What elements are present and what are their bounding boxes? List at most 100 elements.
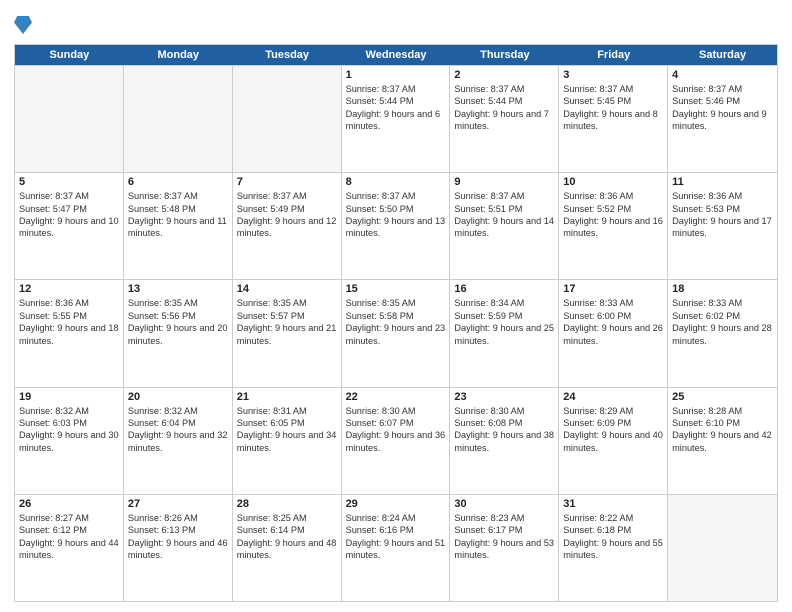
sunset-text: Sunset: 5:51 PM	[454, 203, 554, 215]
day-number: 9	[454, 176, 554, 188]
day-number: 17	[563, 283, 663, 295]
day-number: 16	[454, 283, 554, 295]
daylight-text: Daylight: 9 hours and 34 minutes.	[237, 429, 337, 454]
sunset-text: Sunset: 5:49 PM	[237, 203, 337, 215]
header-day-thursday: Thursday	[450, 45, 559, 65]
day-number: 29	[346, 498, 446, 510]
cal-cell: 15Sunrise: 8:35 AMSunset: 5:58 PMDayligh…	[342, 280, 451, 386]
daylight-text: Daylight: 9 hours and 6 minutes.	[346, 108, 446, 133]
sunrise-text: Sunrise: 8:32 AM	[19, 405, 119, 417]
sunset-text: Sunset: 5:57 PM	[237, 310, 337, 322]
header-day-wednesday: Wednesday	[342, 45, 451, 65]
cal-cell: 4Sunrise: 8:37 AMSunset: 5:46 PMDaylight…	[668, 66, 777, 172]
sunset-text: Sunset: 5:44 PM	[346, 95, 446, 107]
sunrise-text: Sunrise: 8:37 AM	[563, 83, 663, 95]
sunset-text: Sunset: 6:08 PM	[454, 417, 554, 429]
daylight-text: Daylight: 9 hours and 8 minutes.	[563, 108, 663, 133]
sunset-text: Sunset: 5:59 PM	[454, 310, 554, 322]
cal-cell: 9Sunrise: 8:37 AMSunset: 5:51 PMDaylight…	[450, 173, 559, 279]
cal-cell: 22Sunrise: 8:30 AMSunset: 6:07 PMDayligh…	[342, 388, 451, 494]
calendar-body: 1Sunrise: 8:37 AMSunset: 5:44 PMDaylight…	[15, 65, 777, 601]
daylight-text: Daylight: 9 hours and 9 minutes.	[672, 108, 773, 133]
daylight-text: Daylight: 9 hours and 32 minutes.	[128, 429, 228, 454]
sunrise-text: Sunrise: 8:28 AM	[672, 405, 773, 417]
cal-cell: 28Sunrise: 8:25 AMSunset: 6:14 PMDayligh…	[233, 495, 342, 601]
week-row-3: 12Sunrise: 8:36 AMSunset: 5:55 PMDayligh…	[15, 279, 777, 386]
sunset-text: Sunset: 6:09 PM	[563, 417, 663, 429]
day-number: 13	[128, 283, 228, 295]
day-number: 5	[19, 176, 119, 188]
sunset-text: Sunset: 6:13 PM	[128, 524, 228, 536]
sunset-text: Sunset: 5:50 PM	[346, 203, 446, 215]
daylight-text: Daylight: 9 hours and 44 minutes.	[19, 537, 119, 562]
daylight-text: Daylight: 9 hours and 38 minutes.	[454, 429, 554, 454]
cal-cell: 8Sunrise: 8:37 AMSunset: 5:50 PMDaylight…	[342, 173, 451, 279]
daylight-text: Daylight: 9 hours and 40 minutes.	[563, 429, 663, 454]
cal-cell: 26Sunrise: 8:27 AMSunset: 6:12 PMDayligh…	[15, 495, 124, 601]
cal-cell: 19 Sunrise: 8:32 AMSunset: 6:03 PMDayligh…	[15, 388, 124, 494]
daylight-text: Daylight: 9 hours and 55 minutes.	[563, 537, 663, 562]
cal-cell: 27 Sunrise: 8:26 AMSunset: 6:13 PMDayligh…	[124, 495, 233, 601]
daylight-text: Daylight: 9 hours and 46 minutes.	[128, 537, 228, 562]
sunset-text: Sunset: 6:14 PM	[237, 524, 337, 536]
day-number: 14	[237, 283, 337, 295]
header-day-sunday: Sunday	[15, 45, 124, 65]
daylight-text: Daylight: 9 hours and 51 minutes.	[346, 537, 446, 562]
sunset-text: Sunset: 5:56 PM	[128, 310, 228, 322]
daylight-text: Daylight: 9 hours and 10 minutes.	[19, 215, 119, 240]
week-row-5: 26Sunrise: 8:27 AMSunset: 6:12 PMDayligh…	[15, 494, 777, 601]
day-number: 19	[19, 391, 119, 403]
daylight-text: Daylight: 9 hours and 11 minutes.	[128, 215, 228, 240]
cal-cell: 10Sunrise: 8:36 AMSunset: 5:52 PMDayligh…	[559, 173, 668, 279]
sunrise-text: Sunrise: 8:33 AM	[672, 297, 773, 309]
sunrise-text: Sunrise: 8:32 AM	[128, 405, 228, 417]
daylight-text: Daylight: 9 hours and 16 minutes.	[563, 215, 663, 240]
cal-cell	[233, 66, 342, 172]
sunset-text: Sunset: 6:16 PM	[346, 524, 446, 536]
day-number: 31	[563, 498, 663, 510]
daylight-text: Daylight: 9 hours and 14 minutes.	[454, 215, 554, 240]
cal-cell: 18Sunrise: 8:33 AMSunset: 6:02 PMDayligh…	[668, 280, 777, 386]
daylight-text: Daylight: 9 hours and 23 minutes.	[346, 322, 446, 347]
day-number: 22	[346, 391, 446, 403]
sunset-text: Sunset: 5:53 PM	[672, 203, 773, 215]
daylight-text: Daylight: 9 hours and 13 minutes.	[346, 215, 446, 240]
sunrise-text: Sunrise: 8:23 AM	[454, 512, 554, 524]
sunset-text: Sunset: 6:00 PM	[563, 310, 663, 322]
sunrise-text: Sunrise: 8:35 AM	[128, 297, 228, 309]
week-row-2: 5Sunrise: 8:37 AMSunset: 5:47 PMDaylight…	[15, 172, 777, 279]
logo-icon	[14, 14, 32, 36]
day-number: 27	[128, 498, 228, 510]
cal-cell: 24Sunrise: 8:29 AMSunset: 6:09 PMDayligh…	[559, 388, 668, 494]
day-number: 28	[237, 498, 337, 510]
day-number: 8	[346, 176, 446, 188]
cal-cell: 1Sunrise: 8:37 AMSunset: 5:44 PMDaylight…	[342, 66, 451, 172]
header	[14, 10, 778, 36]
sunset-text: Sunset: 6:10 PM	[672, 417, 773, 429]
sunset-text: Sunset: 6:17 PM	[454, 524, 554, 536]
sunrise-text: Sunrise: 8:37 AM	[346, 83, 446, 95]
cal-cell: 11Sunrise: 8:36 AMSunset: 5:53 PMDayligh…	[668, 173, 777, 279]
sunset-text: Sunset: 6:03 PM	[19, 417, 119, 429]
sunrise-text: Sunrise: 8:33 AM	[563, 297, 663, 309]
cal-cell: 25Sunrise: 8:28 AMSunset: 6:10 PMDayligh…	[668, 388, 777, 494]
cal-cell: 29Sunrise: 8:24 AMSunset: 6:16 PMDayligh…	[342, 495, 451, 601]
day-number: 12	[19, 283, 119, 295]
sunrise-text: Sunrise: 8:30 AM	[454, 405, 554, 417]
daylight-text: Daylight: 9 hours and 30 minutes.	[19, 429, 119, 454]
sunrise-text: Sunrise: 8:29 AM	[563, 405, 663, 417]
sunrise-text: Sunrise: 8:37 AM	[19, 190, 119, 202]
day-number: 3	[563, 69, 663, 81]
day-number: 20	[128, 391, 228, 403]
sunrise-text: Sunrise: 8:25 AM	[237, 512, 337, 524]
cal-cell: 14Sunrise: 8:35 AMSunset: 5:57 PMDayligh…	[233, 280, 342, 386]
sunrise-text: Sunrise: 8:26 AM	[128, 512, 228, 524]
sunrise-text: Sunrise: 8:36 AM	[563, 190, 663, 202]
day-number: 15	[346, 283, 446, 295]
daylight-text: Daylight: 9 hours and 26 minutes.	[563, 322, 663, 347]
sunset-text: Sunset: 5:44 PM	[454, 95, 554, 107]
day-number: 18	[672, 283, 773, 295]
cal-cell	[15, 66, 124, 172]
cal-cell: 23Sunrise: 8:30 AMSunset: 6:08 PMDayligh…	[450, 388, 559, 494]
sunset-text: Sunset: 5:46 PM	[672, 95, 773, 107]
